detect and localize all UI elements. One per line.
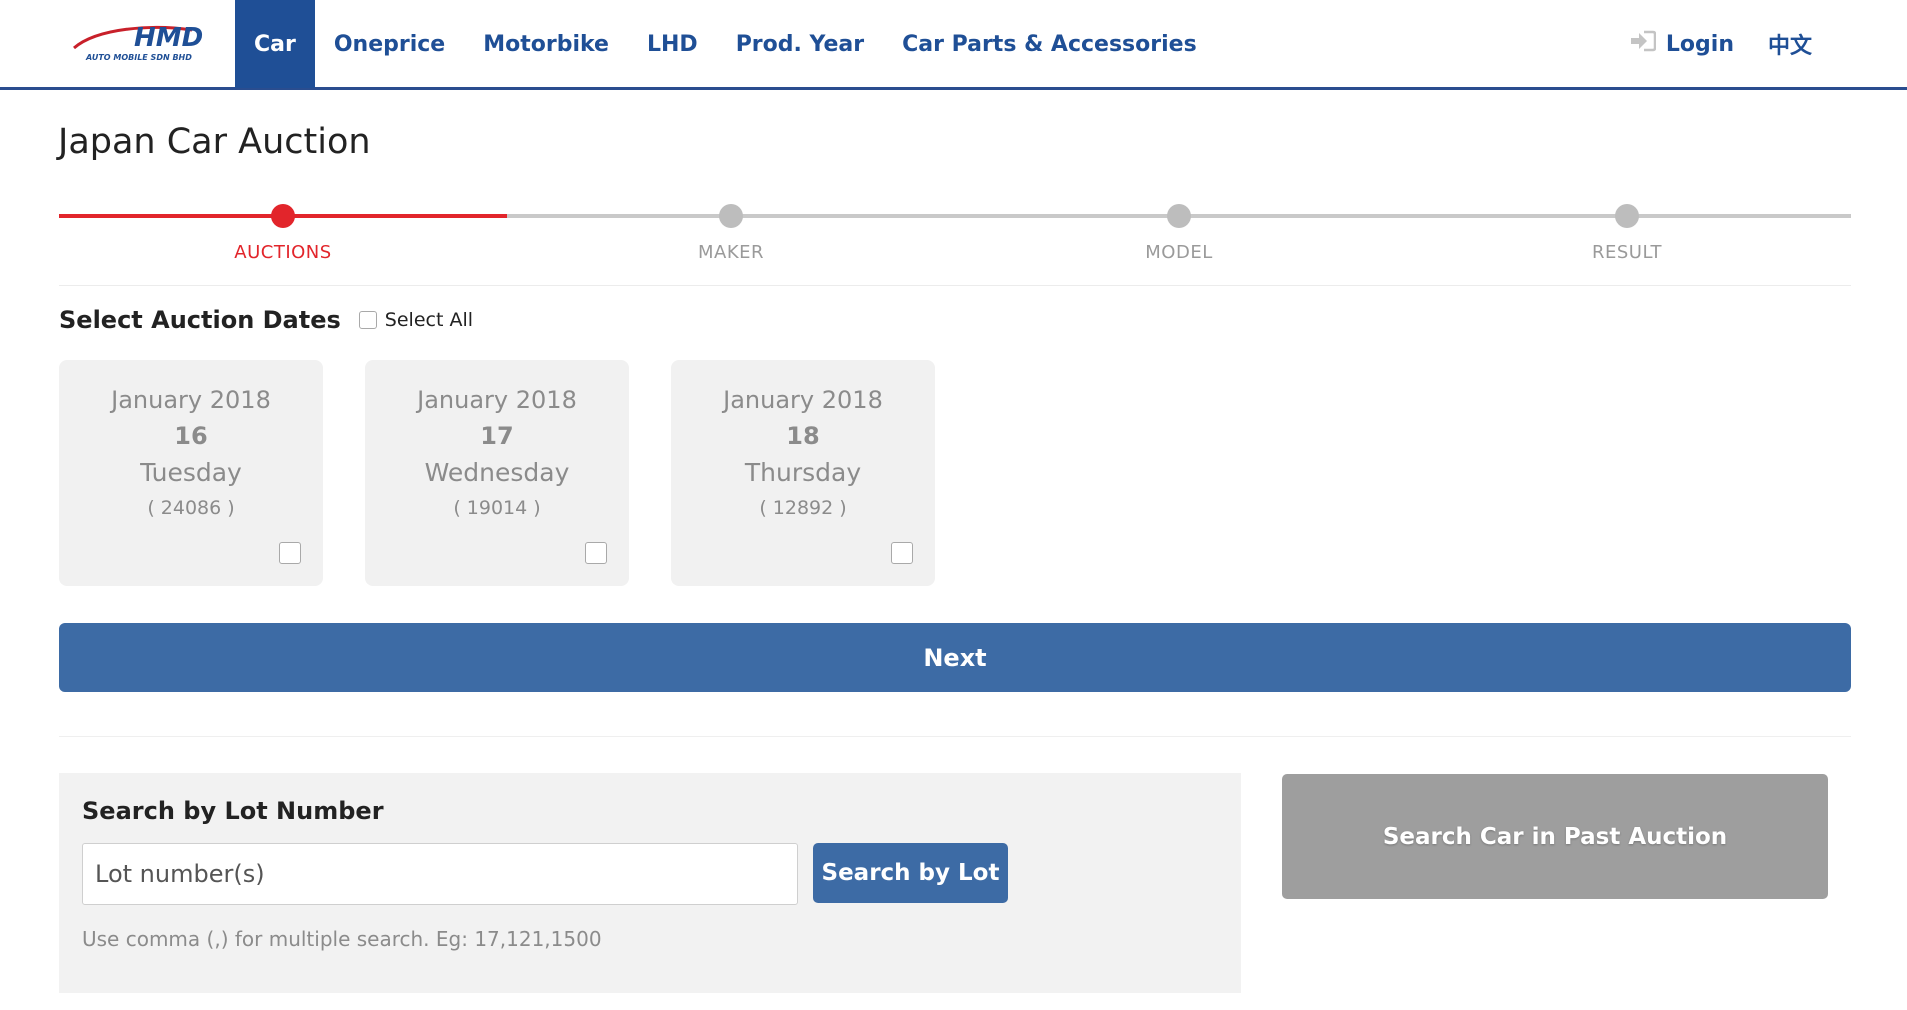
date-month: January 2018: [723, 386, 883, 414]
language-switch[interactable]: 中文: [1768, 28, 1812, 60]
lot-search-title: Search by Lot Number: [82, 797, 384, 825]
date-weekday: Thursday: [744, 458, 862, 487]
date-day: 16: [174, 422, 208, 450]
step-model[interactable]: MODEL: [955, 198, 1403, 263]
date-checkbox[interactable]: [279, 542, 301, 564]
select-all-checkbox[interactable]: [358, 311, 377, 329]
hmd-logo[interactable]: HMD AUTO MOBILE SDN BHD: [72, 22, 232, 66]
auction-dates-header: Select Auction Dates Select All: [59, 306, 473, 334]
auction-date-card[interactable]: January 2018 16 Tuesday ( 24086 ): [59, 360, 323, 586]
select-all-toggle[interactable]: Select All: [358, 309, 474, 331]
date-day: 18: [786, 422, 820, 450]
date-lot-count: ( 24086 ): [147, 497, 235, 519]
login-link[interactable]: Login: [1630, 30, 1734, 58]
auction-date-card[interactable]: January 2018 17 Wednesday ( 19014 ): [365, 360, 629, 586]
step-label: RESULT: [1591, 242, 1663, 263]
auction-dates-title: Select Auction Dates: [59, 306, 341, 334]
date-weekday: Wednesday: [424, 458, 570, 487]
step-label: MODEL: [1145, 242, 1213, 263]
auction-date-card[interactable]: January 2018 18 Thursday ( 12892 ): [671, 360, 935, 586]
date-checkbox[interactable]: [585, 542, 607, 564]
step-auctions[interactable]: AUCTIONS: [59, 198, 507, 263]
login-label: Login: [1665, 31, 1734, 57]
step-dot: [271, 204, 295, 228]
step-result[interactable]: RESULT: [1403, 198, 1851, 263]
auction-date-list: January 2018 16 Tuesday ( 24086 ) Januar…: [59, 360, 935, 586]
step-dot: [719, 204, 743, 228]
date-checkbox[interactable]: [891, 542, 913, 564]
nav-prod-year[interactable]: Prod. Year: [717, 0, 883, 88]
step-maker[interactable]: MAKER: [507, 198, 955, 263]
step-dot: [1615, 204, 1639, 228]
date-day: 17: [480, 422, 514, 450]
nav-oneprice[interactable]: Oneprice: [315, 0, 464, 88]
date-month: January 2018: [417, 386, 577, 414]
logo-subtext: AUTO MOBILE SDN BHD: [85, 53, 192, 62]
date-weekday: Tuesday: [140, 458, 242, 487]
progress-stepper: AUCTIONS MAKER MODEL RESULT: [59, 198, 1851, 286]
step-label: MAKER: [697, 242, 765, 263]
select-all-label: Select All: [384, 309, 474, 331]
lot-search-panel: Search by Lot Number Search by Lot Use c…: [59, 773, 1241, 993]
nav-motorbike[interactable]: Motorbike: [464, 0, 628, 88]
lot-number-input[interactable]: [82, 843, 798, 905]
nav-right: Login 中文: [1630, 0, 1812, 88]
sign-in-icon: [1630, 30, 1657, 58]
page-title: Japan Car Auction: [58, 122, 371, 162]
nav-car-parts[interactable]: Car Parts & Accessories: [883, 0, 1216, 88]
next-button[interactable]: Next: [59, 623, 1851, 692]
past-auction-button[interactable]: Search Car in Past Auction: [1282, 774, 1828, 899]
lot-search-hint: Use comma (,) for multiple search. Eg: 1…: [82, 927, 602, 951]
step-dot: [1167, 204, 1191, 228]
nav-lhd[interactable]: LHD: [628, 0, 717, 88]
main-nav: Car Oneprice Motorbike LHD Prod. Year Ca…: [235, 0, 1216, 88]
step-label: AUCTIONS: [234, 242, 332, 263]
date-lot-count: ( 12892 ): [759, 497, 847, 519]
top-navbar: HMD AUTO MOBILE SDN BHD Car Oneprice Mot…: [0, 0, 1907, 90]
search-by-lot-button[interactable]: Search by Lot: [813, 843, 1008, 903]
nav-car[interactable]: Car: [235, 0, 315, 88]
date-month: January 2018: [111, 386, 271, 414]
logo-text: HMD: [134, 23, 203, 53]
section-divider: [59, 736, 1851, 737]
date-lot-count: ( 19014 ): [453, 497, 541, 519]
